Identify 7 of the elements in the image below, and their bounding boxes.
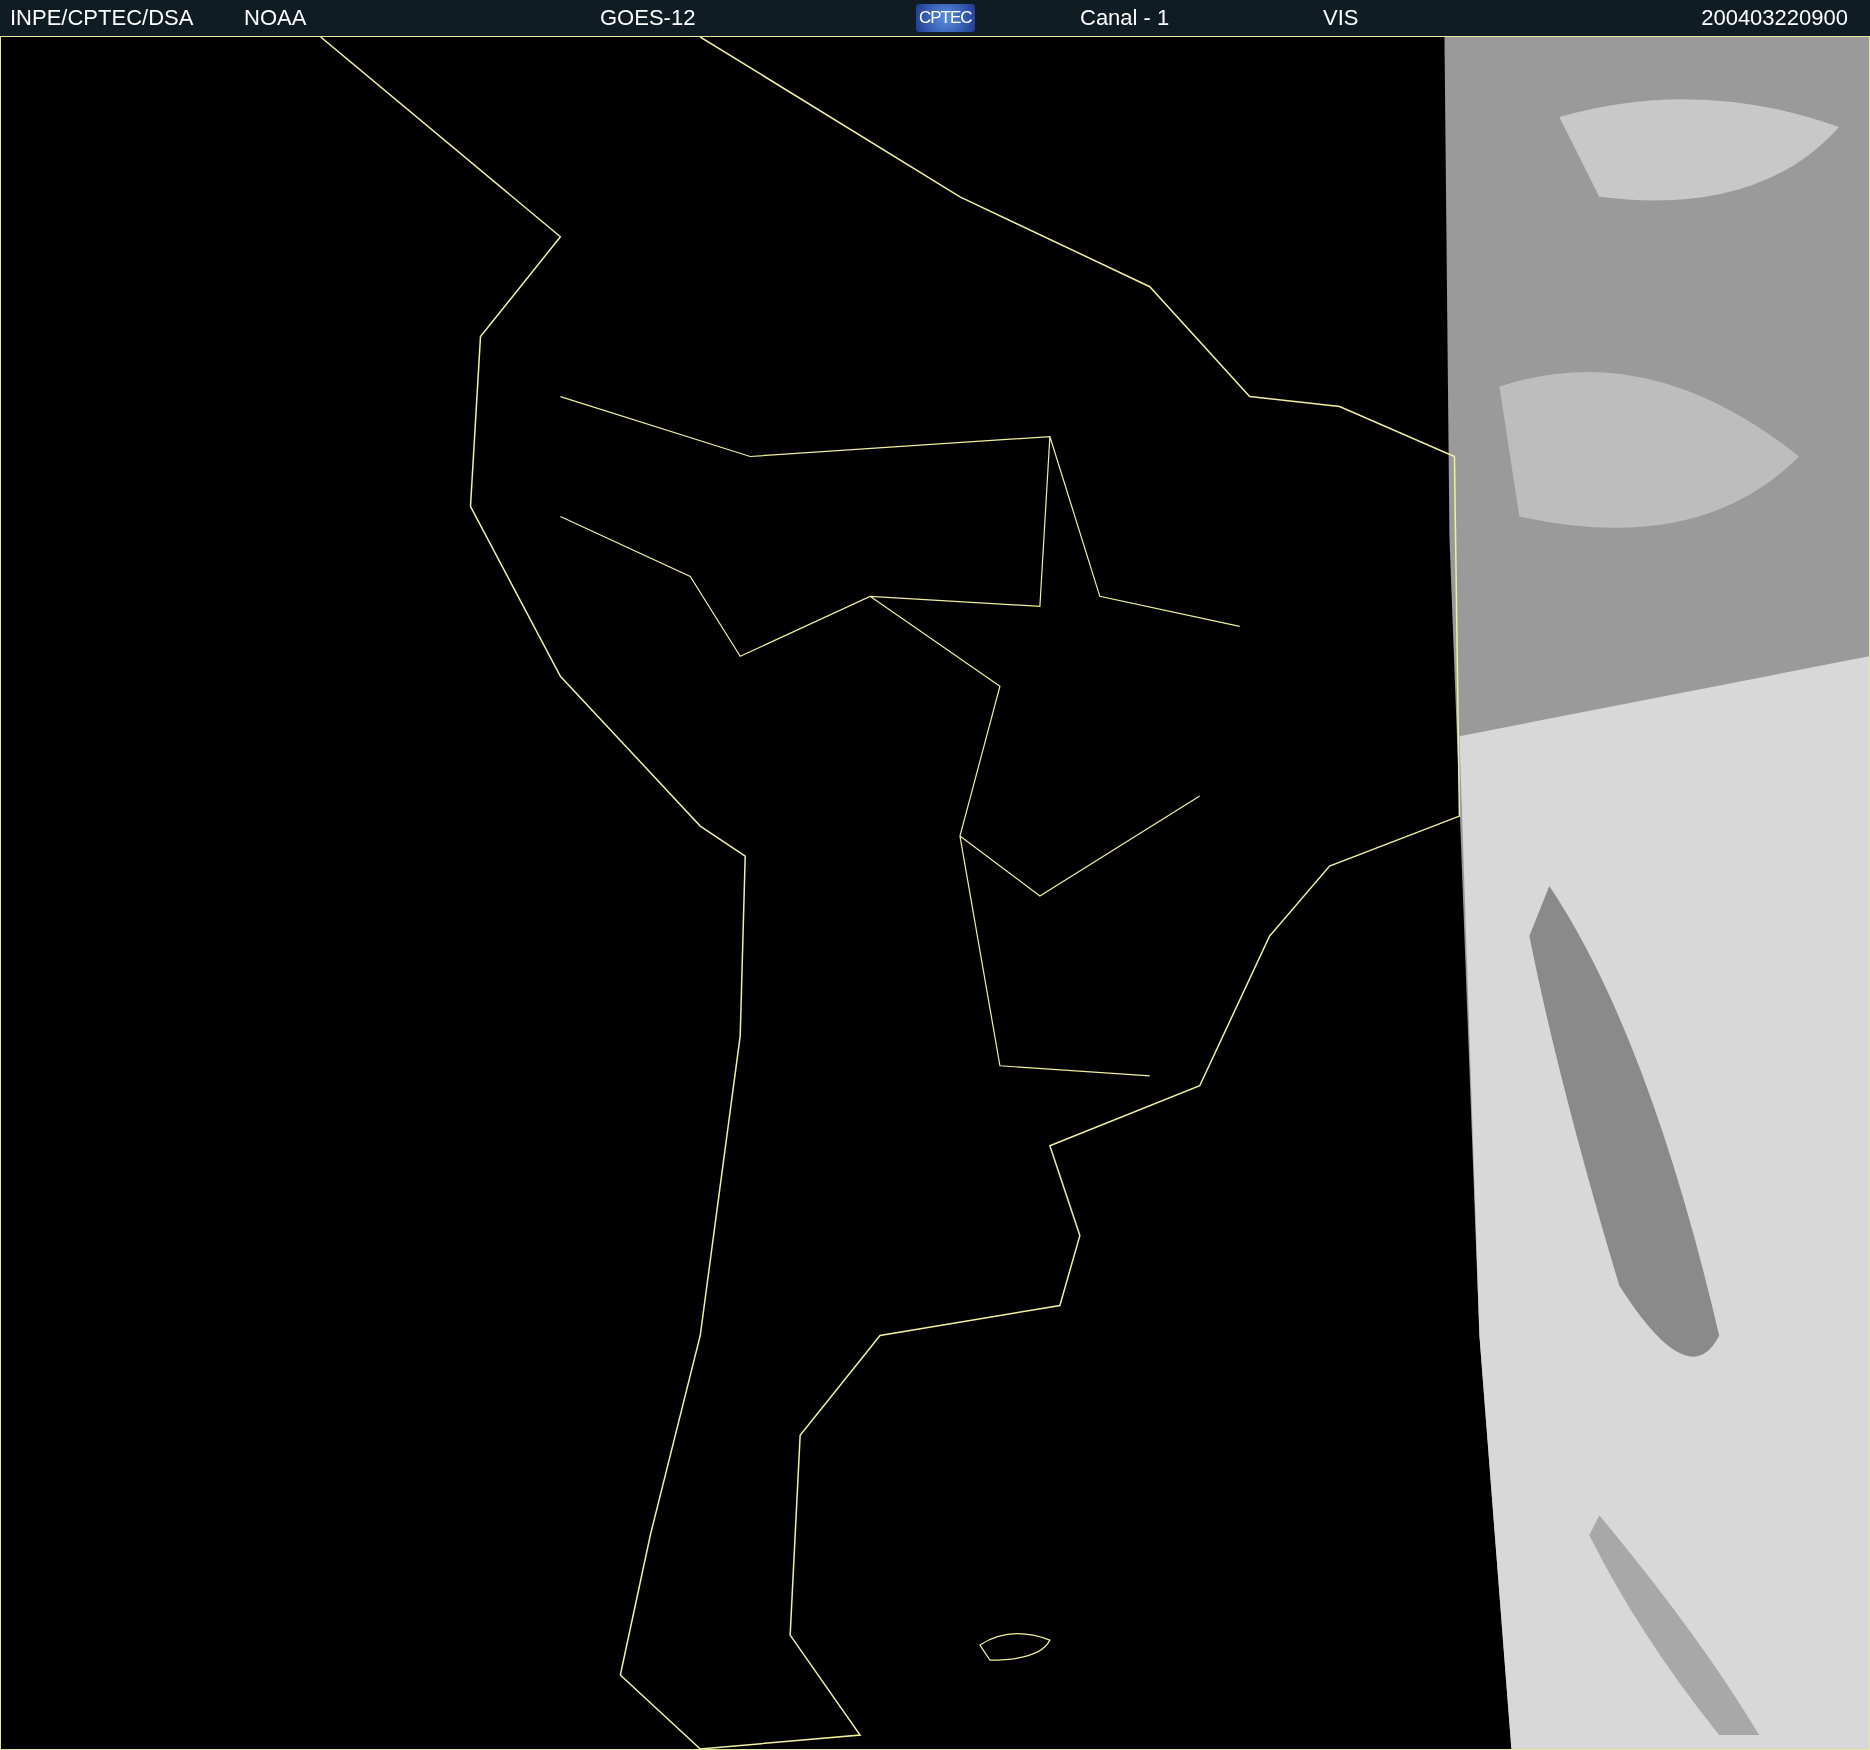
logo: CPTEC (916, 4, 975, 32)
channel-label: Canal - 1 (1080, 5, 1170, 31)
timestamp-label: 200403220900 (1701, 5, 1848, 31)
agency-label: NOAA (244, 5, 307, 31)
source-label: INPE/CPTEC/DSA (10, 5, 194, 31)
satellite-label: GOES-12 (600, 5, 696, 31)
band-label: VIS (1323, 5, 1359, 31)
